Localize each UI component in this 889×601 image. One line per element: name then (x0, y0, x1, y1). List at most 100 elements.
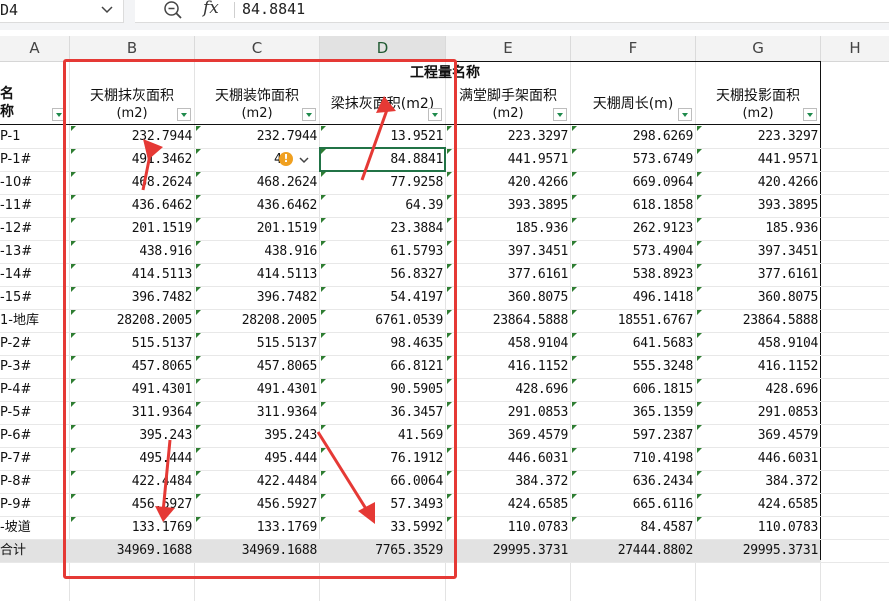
table-cell[interactable]: 369.4579 (696, 424, 820, 447)
table-cell[interactable]: 110.0783 (696, 516, 820, 539)
table-cell[interactable]: 298.6269 (571, 125, 695, 148)
table-cell[interactable]: 397.3451 (696, 240, 820, 263)
col-header-a[interactable]: A (0, 36, 70, 61)
formula-value[interactable]: 84.8841 (242, 0, 305, 18)
col-header-g[interactable]: G (696, 36, 821, 61)
total-cell[interactable]: 29995.3731 (696, 539, 820, 562)
table-cell[interactable]: 458.9104 (446, 332, 570, 355)
table-cell[interactable]: 424.6585 (446, 493, 570, 516)
number-as-text-indicator-icon (697, 356, 702, 361)
table-cell[interactable]: 538.8923 (571, 263, 695, 286)
table-cell[interactable]: 393.3895 (696, 194, 820, 217)
table-cell[interactable]: 665.6116 (571, 493, 695, 516)
number-as-text-indicator-icon (572, 517, 577, 522)
number-as-text-indicator-icon (697, 517, 702, 522)
chevron-down-icon[interactable] (100, 2, 114, 16)
total-cell[interactable]: 29995.3731 (446, 539, 570, 562)
row-name-cell[interactable]: -14# (0, 263, 32, 286)
table-cell[interactable]: 223.3297 (446, 125, 570, 148)
table-cell[interactable]: 185.936 (446, 217, 570, 240)
header-title: 满堂脚手架面积 (459, 88, 557, 104)
table-cell[interactable]: 606.1815 (571, 378, 695, 401)
row-name-cell[interactable]: -坡道 (0, 516, 31, 539)
table-cell[interactable]: 597.2387 (571, 424, 695, 447)
table-cell[interactable]: 23864.5888 (696, 309, 820, 332)
header-unit: (m2) (492, 106, 524, 121)
table-cell[interactable]: 496.1418 (571, 286, 695, 309)
table-cell[interactable]: 384.372 (446, 470, 570, 493)
table-cell[interactable]: 555.3248 (571, 355, 695, 378)
table-cell[interactable]: 618.1858 (571, 194, 695, 217)
row-name-cell[interactable]: P-6# (0, 424, 31, 447)
col-header-f[interactable]: F (571, 36, 696, 61)
row-name-cell[interactable]: P-7# (0, 447, 31, 470)
table-cell[interactable]: 428.696 (446, 378, 570, 401)
table-cell[interactable]: 360.8075 (696, 286, 820, 309)
table-cell[interactable]: 420.4266 (696, 171, 820, 194)
table-cell[interactable]: 446.6031 (446, 447, 570, 470)
row-name-cell[interactable]: P-1 (0, 125, 21, 148)
table-cell[interactable]: 669.0964 (571, 171, 695, 194)
table-cell[interactable]: 365.1359 (571, 401, 695, 424)
table-cell[interactable]: 458.9104 (696, 332, 820, 355)
row-name-cell[interactable]: P-4# (0, 378, 31, 401)
filter-dropdown-icon[interactable] (803, 108, 817, 121)
col-header-c[interactable]: C (195, 36, 320, 61)
row-name-cell[interactable]: P-8# (0, 470, 31, 493)
row-name-cell[interactable]: P-2# (0, 332, 31, 355)
row-name-cell[interactable]: 1-地库 (0, 309, 39, 332)
table-cell[interactable]: 428.696 (696, 378, 820, 401)
col-header-e[interactable]: E (446, 36, 571, 61)
table-cell[interactable]: 377.6161 (696, 263, 820, 286)
filter-dropdown-icon[interactable] (678, 108, 692, 121)
table-cell[interactable]: 710.4198 (571, 447, 695, 470)
row-name-cell[interactable]: -12# (0, 217, 32, 240)
table-cell[interactable]: 185.936 (696, 217, 820, 240)
col-header-h[interactable]: H (821, 36, 889, 61)
number-as-text-indicator-icon (697, 287, 702, 292)
col-header-d[interactable]: D (320, 36, 446, 61)
table-cell[interactable]: 416.1152 (696, 355, 820, 378)
row-name-cell[interactable]: P-3# (0, 355, 31, 378)
table-cell[interactable]: 223.3297 (696, 125, 820, 148)
name-box-value: D4 (0, 1, 19, 19)
table-cell[interactable]: 641.5683 (571, 332, 695, 355)
zoom-icon[interactable] (163, 0, 183, 20)
header-title: 天棚投影面积 (716, 88, 800, 104)
table-cell[interactable]: 291.0853 (696, 401, 820, 424)
table-cell[interactable]: 18551.6767 (571, 309, 695, 332)
table-cell[interactable]: 573.4904 (571, 240, 695, 263)
row-name-cell[interactable]: P-5# (0, 401, 31, 424)
table-cell[interactable]: 110.0783 (446, 516, 570, 539)
table-cell[interactable]: 446.6031 (696, 447, 820, 470)
filter-dropdown-icon[interactable] (553, 108, 567, 121)
table-cell[interactable]: 377.6161 (446, 263, 570, 286)
table-cell[interactable]: 636.2434 (571, 470, 695, 493)
row-name-cell[interactable]: -15# (0, 286, 32, 309)
row-name-cell[interactable]: -10# (0, 171, 32, 194)
table-cell[interactable]: 441.9571 (696, 148, 820, 171)
table-cell[interactable]: 369.4579 (446, 424, 570, 447)
total-cell[interactable]: 27444.8802 (571, 539, 695, 562)
row-name-cell[interactable]: -13# (0, 240, 32, 263)
table-cell[interactable]: 416.1152 (446, 355, 570, 378)
table-cell[interactable]: 420.4266 (446, 171, 570, 194)
table-cell[interactable]: 360.8075 (446, 286, 570, 309)
row-name-cell[interactable]: P-9# (0, 493, 31, 516)
table-cell[interactable]: 393.3895 (446, 194, 570, 217)
name-box[interactable]: D4 (0, 0, 124, 23)
table-cell[interactable]: 441.9571 (446, 148, 570, 171)
table-cell[interactable]: 23864.5888 (446, 309, 570, 332)
table-cell[interactable]: 397.3451 (446, 240, 570, 263)
total-row-label[interactable]: 合计 (0, 539, 26, 562)
col-header-b[interactable]: B (70, 36, 195, 61)
table-cell[interactable]: 424.6585 (696, 493, 820, 516)
row-name-cell[interactable]: P-1# (0, 148, 31, 171)
table-cell[interactable]: 291.0853 (446, 401, 570, 424)
fx-icon[interactable]: fx (203, 0, 219, 18)
table-cell[interactable]: 573.6749 (571, 148, 695, 171)
table-cell[interactable]: 384.372 (696, 470, 820, 493)
table-cell[interactable]: 84.4587 (571, 516, 695, 539)
table-cell[interactable]: 262.9123 (571, 217, 695, 240)
row-name-cell[interactable]: -11# (0, 194, 32, 217)
